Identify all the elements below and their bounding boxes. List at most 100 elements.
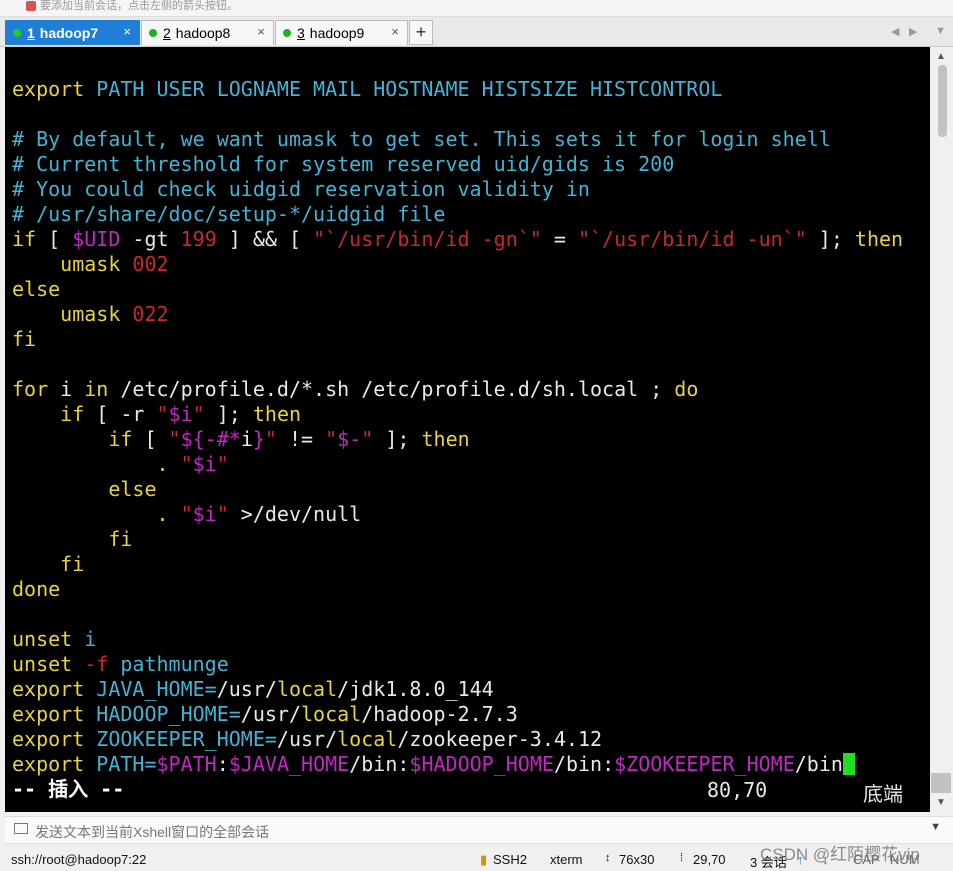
terminal-line: fi <box>12 552 903 577</box>
terminal-token: ]; <box>806 227 855 251</box>
terminal-token: else <box>12 477 157 501</box>
tab-hadoop9[interactable]: 3 hadoop9 × <box>275 20 408 45</box>
terminal-token: /usr/ <box>240 702 302 726</box>
terminal-token: local <box>276 677 338 701</box>
tab-hadoop8[interactable]: 2 hadoop8 × <box>141 20 274 45</box>
terminal-line: else <box>12 277 903 302</box>
terminal-token: else <box>12 277 61 301</box>
terminal-token: HADOOP_HOME= <box>96 702 241 726</box>
terminal-token: for <box>12 377 49 401</box>
terminal-token: $- <box>337 427 362 451</box>
terminal-line: unset -f pathmunge <box>12 652 903 677</box>
terminal-token: export <box>12 727 97 751</box>
terminal-line: else <box>12 477 903 502</box>
terminal-line: . "$i" <box>12 452 903 477</box>
scroll-position-marker[interactable] <box>931 773 951 793</box>
terminal-token: $i <box>192 502 217 526</box>
close-tab-icon[interactable]: × <box>257 24 265 39</box>
terminal-token: 199 <box>180 227 217 251</box>
terminal-token: fi <box>12 327 37 351</box>
scroll-thumb[interactable] <box>938 65 947 137</box>
compose-menu-icon[interactable]: ▼ <box>930 821 941 833</box>
watermark: CSDN @红陌樱花vip <box>760 845 920 864</box>
terminal-token: in <box>84 377 109 401</box>
tab-label: hadoop9 <box>309 25 365 41</box>
terminal-token: PATH USER LOGNAME MAIL HOSTNAME HISTSIZE… <box>96 77 723 101</box>
cursor-position: 80,70 <box>707 778 768 802</box>
scroll-down-icon[interactable]: ▼ <box>936 797 946 808</box>
add-tab-button[interactable]: + <box>409 20 433 45</box>
terminal-token: [ -r <box>84 402 157 426</box>
terminal-token: # You could check uidgid reservation val… <box>12 177 590 201</box>
terminal-token: " <box>180 452 193 476</box>
tab-prev-icon[interactable]: ◀ <box>891 25 899 38</box>
terminal-token: /usr/ <box>216 677 277 701</box>
terminal-token: " <box>168 427 181 451</box>
terminal-line: # Current threshold for system reserved … <box>12 152 903 177</box>
tab-number: 2 <box>163 25 171 41</box>
connected-status-icon <box>283 29 291 37</box>
close-tab-icon[interactable]: × <box>123 24 131 39</box>
terminal-token: PATH= <box>96 752 157 776</box>
notification-strip: 要添加当前会话，点击左侧的箭头按钮。 <box>0 0 953 17</box>
terminal-token: ZOOKEEPER_HOME= <box>96 727 277 751</box>
terminal-token: # Current threshold for system reserved … <box>12 152 675 176</box>
tab-list-icon[interactable]: ▼ <box>935 25 946 37</box>
terminal-line: # /usr/share/doc/setup-*/uidgid file <box>12 202 903 227</box>
terminal-token: $HADOOP_HOME <box>409 752 554 776</box>
terminal-token: ]; <box>204 402 253 426</box>
terminal-line: if [ "${-#*i}" != "$-" ]; then <box>12 427 903 452</box>
compose-icon <box>14 823 28 834</box>
terminal-token: JAVA_HOME= <box>96 677 217 701</box>
terminal-token: [ <box>132 427 169 451</box>
terminal-token: if <box>12 227 37 251</box>
terminal-token: -gt <box>120 227 181 251</box>
terminal-token: -f <box>84 652 121 676</box>
protocol-info: SSH2 <box>493 852 527 867</box>
size-icon: ↕ <box>605 852 611 864</box>
connected-status-icon <box>149 29 157 37</box>
terminal-token: export <box>12 752 97 776</box>
terminal-token: i <box>84 627 97 651</box>
terminal-token: # By default, we want umask to get set. … <box>12 127 831 151</box>
terminal-token: # /usr/share/doc/setup-*/uidgid file <box>12 202 446 226</box>
close-tab-icon[interactable]: × <box>391 24 399 39</box>
tab-label: hadoop7 <box>39 25 99 41</box>
terminal-token: export <box>12 702 97 726</box>
tab-label: hadoop8 <box>175 25 231 41</box>
terminal-token: /jdk1.8.0_144 <box>337 677 494 701</box>
terminal-line: umask 022 <box>12 302 903 327</box>
terminal-token: "`/usr/bin/id -gn`" <box>313 227 542 251</box>
scroll-up-icon[interactable]: ▲ <box>936 51 946 62</box>
terminal-type: xterm <box>550 852 583 867</box>
terminal-line: fi <box>12 527 903 552</box>
tab-next-icon[interactable]: ▶ <box>909 25 917 38</box>
terminal-token: then <box>252 402 302 426</box>
terminal-token: ] && [ <box>216 227 314 251</box>
terminal-token: umask <box>12 302 133 326</box>
terminal-token: . <box>12 452 181 476</box>
terminal-token: /zookeeper-3.4.12 <box>397 727 603 751</box>
terminal-view[interactable]: export PATH USER LOGNAME MAIL HOSTNAME H… <box>5 47 930 812</box>
lock-icon: ▮ <box>480 852 488 867</box>
terminal-token: "`/usr/bin/id -un`" <box>577 227 807 251</box>
terminal-token: $PATH <box>156 752 217 776</box>
terminal-token: ${-#* <box>180 427 241 451</box>
terminal-token: " <box>156 402 169 426</box>
terminal-token: " <box>325 427 338 451</box>
terminal-line: fi <box>12 327 903 352</box>
terminal-token: /usr/ <box>276 727 338 751</box>
terminal-token: >/dev/null <box>228 502 362 526</box>
tab-hadoop7[interactable]: 1 hadoop7 × <box>5 20 140 45</box>
terminal-line: for i in /etc/profile.d/*.sh /etc/profil… <box>12 377 903 402</box>
compose-input[interactable]: 发送文本到当前Xshell窗口的全部会话 <box>35 822 269 842</box>
terminal-line: # By default, we want umask to get set. … <box>12 127 903 152</box>
terminal-token: i <box>240 427 253 451</box>
tab-number: 3 <box>297 25 305 41</box>
terminal-scrollbar[interactable]: ▲ ▼ <box>931 47 953 812</box>
scroll-state: 底端 <box>863 782 903 806</box>
terminal-token: " <box>192 402 205 426</box>
